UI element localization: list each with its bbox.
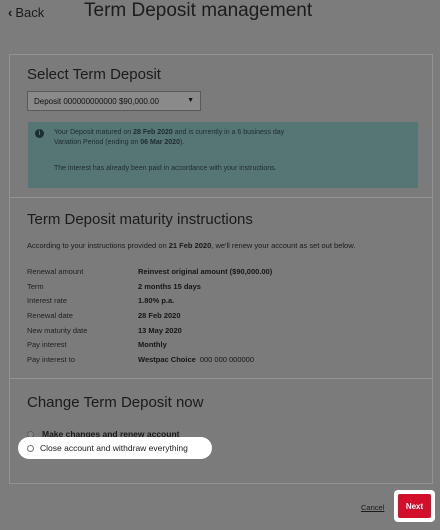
notice-line-3: The interest has already been paid in ac… (54, 165, 277, 172)
detail-row: New maturity date 13 May 2020 (27, 325, 182, 335)
detail-row: Pay interest Monthly (27, 340, 167, 350)
caret-down-icon: ▼ (187, 97, 194, 104)
back-label: Back (15, 5, 45, 20)
instructions-intro: According to your instructions provided … (27, 241, 356, 250)
term-deposit-card: Select Term Deposit Deposit 000000000000… (9, 54, 433, 484)
detail-row: Renewal amount Reinvest original amount (… (27, 266, 273, 276)
chevron-left-icon: ‹ (8, 5, 13, 20)
page-title: Term Deposit management (84, 0, 313, 21)
detail-row: Interest rate 1.80% p.a. (27, 296, 175, 306)
maturity-instructions-section: Term Deposit maturity instructions Accor… (10, 199, 432, 379)
detail-row: Pay interest to Westpac Choice 000 000 000… (27, 354, 255, 364)
maturity-notice: i Your Deposit matured on 28 Feb 2020 an… (28, 122, 418, 188)
section-heading-change: Change Term Deposit now (27, 394, 204, 411)
section-heading-select: Select Term Deposit (27, 66, 161, 83)
deposit-select[interactable]: Deposit 000000000000 $90,000.00 ▼ (27, 91, 201, 111)
info-icon: i (35, 129, 44, 138)
option-close-label: Close account and withdraw everything (40, 443, 188, 453)
next-button[interactable]: Next (398, 494, 431, 518)
section-heading-instructions: Term Deposit maturity instructions (27, 211, 253, 228)
select-term-deposit-section: Select Term Deposit Deposit 000000000000… (10, 55, 432, 198)
instruction-details: Renewal amount Reinvest original amount (… (27, 264, 417, 367)
detail-row: Term 2 months 15 days (27, 281, 201, 291)
change-term-deposit-section: Change Term Deposit now Make changes and… (10, 380, 432, 485)
account-number: 000 000 000000 (199, 354, 255, 364)
top-bar: ‹ Back Term Deposit management (0, 0, 440, 48)
notice-line-1: Your Deposit matured on 28 Feb 2020 and … (54, 129, 285, 136)
next-button-highlight: Next (394, 490, 435, 522)
notice-line-2: Variation Period (ending on 06 Mar 2020)… (54, 139, 185, 146)
cancel-link[interactable]: Cancel (361, 503, 384, 512)
back-button[interactable]: ‹ Back (8, 5, 44, 20)
option-close-account[interactable]: Close account and withdraw everything (18, 437, 212, 459)
detail-row: Renewal date 28 Feb 2020 (27, 310, 181, 320)
radio-close[interactable] (27, 444, 34, 452)
deposit-select-value: Deposit 000000000000 $90,000.00 (34, 96, 159, 106)
